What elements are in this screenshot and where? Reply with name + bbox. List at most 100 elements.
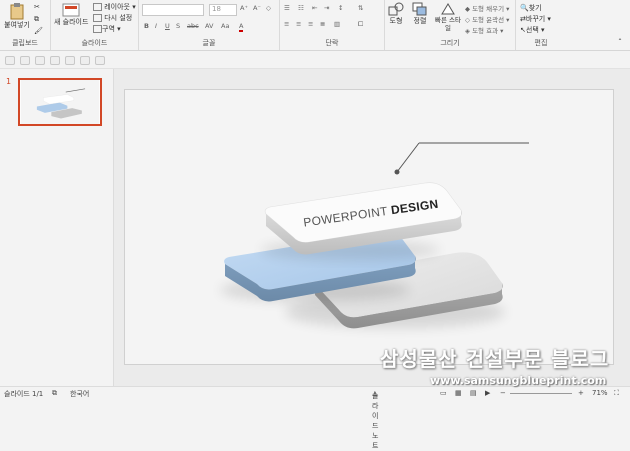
smartart-icon[interactable]: ⧠ <box>358 20 363 29</box>
align-center-icon[interactable]: ≡ <box>296 20 301 28</box>
toolbar-icon[interactable] <box>20 56 30 65</box>
zoom-level[interactable]: 71% <box>592 389 608 397</box>
align-right-icon[interactable]: ≡ <box>308 20 313 28</box>
editing-group: 🔍찾기 ⇄바꾸기 ▾ ↖선택 ▾ 편집 <box>516 0 566 50</box>
font-color-icon[interactable]: A <box>239 22 244 32</box>
secondary-toolbar <box>0 51 630 69</box>
shape-effects-button[interactable]: ◈ 도형 효과 ▾ <box>465 25 503 35</box>
find-button[interactable]: 🔍찾기 <box>520 3 542 13</box>
new-slide-icon <box>62 3 80 17</box>
fit-slide-icon[interactable]: ⛶ <box>614 389 619 398</box>
numbering-icon[interactable]: ☷ <box>298 4 304 12</box>
status-bar: 슬라이드 1/1 ⧉ 한국어 ≙ 슬라이드 노트 ▭ ▦ ▤ ▶ − + 71%… <box>0 386 630 450</box>
watermark-url: www.samsungblueprint.com <box>430 374 607 387</box>
columns-icon[interactable]: ▥ <box>334 20 340 28</box>
toolbar-icon[interactable] <box>65 56 75 65</box>
normal-view-icon[interactable]: ▭ <box>440 389 447 397</box>
white-card: POWERPOINT DESIGN <box>260 182 462 260</box>
bullets-icon[interactable]: ☰ <box>284 4 290 12</box>
toolbar-icon[interactable] <box>50 56 60 65</box>
section-button[interactable]: 구역 ▾ <box>93 24 121 34</box>
bold-icon[interactable]: B <box>144 22 149 30</box>
new-slide-button[interactable]: 새 슬라이드 <box>54 3 88 27</box>
shapes-button[interactable]: 도형 <box>388 2 404 26</box>
underline-icon[interactable]: U <box>165 22 170 30</box>
indent-decrease-icon[interactable]: ⇤ <box>312 4 317 12</box>
outline-icon: ◇ <box>465 16 470 24</box>
toolbar-icon[interactable] <box>80 56 90 65</box>
clear-format-icon[interactable]: ◇ <box>266 4 271 12</box>
toolbar-icon[interactable] <box>95 56 105 65</box>
shadow-icon[interactable]: S <box>176 22 180 30</box>
select-button[interactable]: ↖선택 ▾ <box>520 25 545 35</box>
layout-icon <box>93 3 102 11</box>
watermark-title: 삼성물산 건설부문 블로그 <box>380 347 610 371</box>
reset-label: 다시 설정 <box>104 14 133 22</box>
slides-label: 슬라이드 <box>81 39 108 47</box>
slide-thumbnail[interactable] <box>18 78 102 126</box>
zoom-slider[interactable] <box>510 393 572 394</box>
new-slide-label: 새 슬라이드 <box>54 18 89 26</box>
collapse-ribbon-icon[interactable]: ˆ <box>618 38 622 47</box>
clipboard-group: 붙여넣기 ✂ ⧉ 🖌 클립보드 <box>0 0 51 50</box>
slide-graphic: POWERPOINT DESIGN <box>220 142 529 329</box>
copy-icon[interactable]: ⧉ <box>34 15 39 24</box>
italic-icon[interactable]: I <box>155 22 157 30</box>
align-left-icon[interactable]: ≡ <box>284 20 289 28</box>
case-icon[interactable]: Aa <box>221 22 229 30</box>
grow-font-icon[interactable]: A⁺ <box>240 4 248 12</box>
text-direction-icon[interactable]: ⇅ <box>358 4 363 12</box>
section-label: 구역 <box>102 25 115 33</box>
shape-fill-label: 도형 채우기 <box>472 5 505 13</box>
replace-label: 바꾸기 <box>525 15 546 23</box>
font-size-value: 18 <box>212 5 221 13</box>
zoom-in-icon[interactable]: + <box>578 389 584 397</box>
shape-effects-label: 도형 효과 <box>472 27 499 35</box>
shrink-font-icon[interactable]: A⁻ <box>253 4 261 12</box>
format-painter-icon[interactable]: 🖌 <box>34 27 43 35</box>
spellcheck-icon[interactable]: ⧉ <box>52 389 57 398</box>
quick-styles-icon <box>441 3 455 15</box>
toolbar-icon[interactable] <box>35 56 45 65</box>
ribbon: 붙여넣기 ✂ ⧉ 🖌 클립보드 새 슬라이드 레이아웃 ▾ 다시 설정 구역 ▾… <box>0 0 630 51</box>
spacing-icon[interactable]: AV <box>205 22 213 30</box>
effects-icon: ◈ <box>465 27 470 35</box>
find-icon: 🔍 <box>520 4 529 12</box>
slideshow-icon[interactable]: ▶ <box>485 389 490 397</box>
reset-button[interactable]: 다시 설정 <box>93 13 132 23</box>
slide-editor: POWERPOINT DESIGN <box>114 69 630 386</box>
drawing-label: 그리기 <box>440 39 460 47</box>
justify-icon[interactable]: ≣ <box>320 20 325 28</box>
zoom-out-icon[interactable]: − <box>500 389 506 397</box>
quick-styles-label: 빠른 스타일 <box>435 16 461 32</box>
arrange-icon <box>412 2 427 16</box>
font-size-select[interactable]: 18 <box>209 4 237 16</box>
cut-icon[interactable]: ✂ <box>34 3 40 11</box>
paste-button[interactable]: 붙여넣기 <box>3 2 31 30</box>
drawing-group: 도형 정렬 빠른 스타일 ◆ 도형 채우기 ▾ ◇ 도형 윤곽선 ▾ ◈ 도형 … <box>385 0 516 50</box>
line-spacing-icon[interactable]: ↕ <box>338 4 343 12</box>
arrange-label: 정렬 <box>413 17 427 25</box>
find-label: 찾기 <box>528 4 542 12</box>
reset-icon <box>93 14 102 22</box>
thumbnail-preview <box>20 80 100 124</box>
shape-outline-label: 도형 윤곽선 <box>472 16 505 24</box>
language-label[interactable]: 한국어 <box>70 389 89 399</box>
replace-button[interactable]: ⇄바꾸기 ▾ <box>520 14 551 24</box>
layout-button[interactable]: 레이아웃 ▾ <box>93 2 136 12</box>
slide-canvas[interactable]: POWERPOINT DESIGN <box>124 89 614 365</box>
shape-outline-button[interactable]: ◇ 도형 윤곽선 ▾ <box>465 14 509 24</box>
font-name-select[interactable] <box>142 4 204 16</box>
notes-label: 슬라이드 노트 <box>372 392 379 450</box>
arrange-button[interactable]: 정렬 <box>412 2 428 26</box>
slides-group: 새 슬라이드 레이아웃 ▾ 다시 설정 구역 ▾ 슬라이드 <box>51 0 139 50</box>
toolbar-icon[interactable] <box>5 56 15 65</box>
slide-thumbnail-panel: 1 <box>0 69 114 386</box>
indent-increase-icon[interactable]: ⇥ <box>324 4 329 12</box>
reading-view-icon[interactable]: ▤ <box>470 389 477 397</box>
strike-icon[interactable]: abc <box>187 22 199 30</box>
sorter-view-icon[interactable]: ▦ <box>455 389 462 397</box>
quick-styles-button[interactable]: 빠른 스타일 <box>435 2 461 32</box>
select-label: 선택 <box>525 26 539 34</box>
shape-fill-button[interactable]: ◆ 도형 채우기 ▾ <box>465 3 509 13</box>
